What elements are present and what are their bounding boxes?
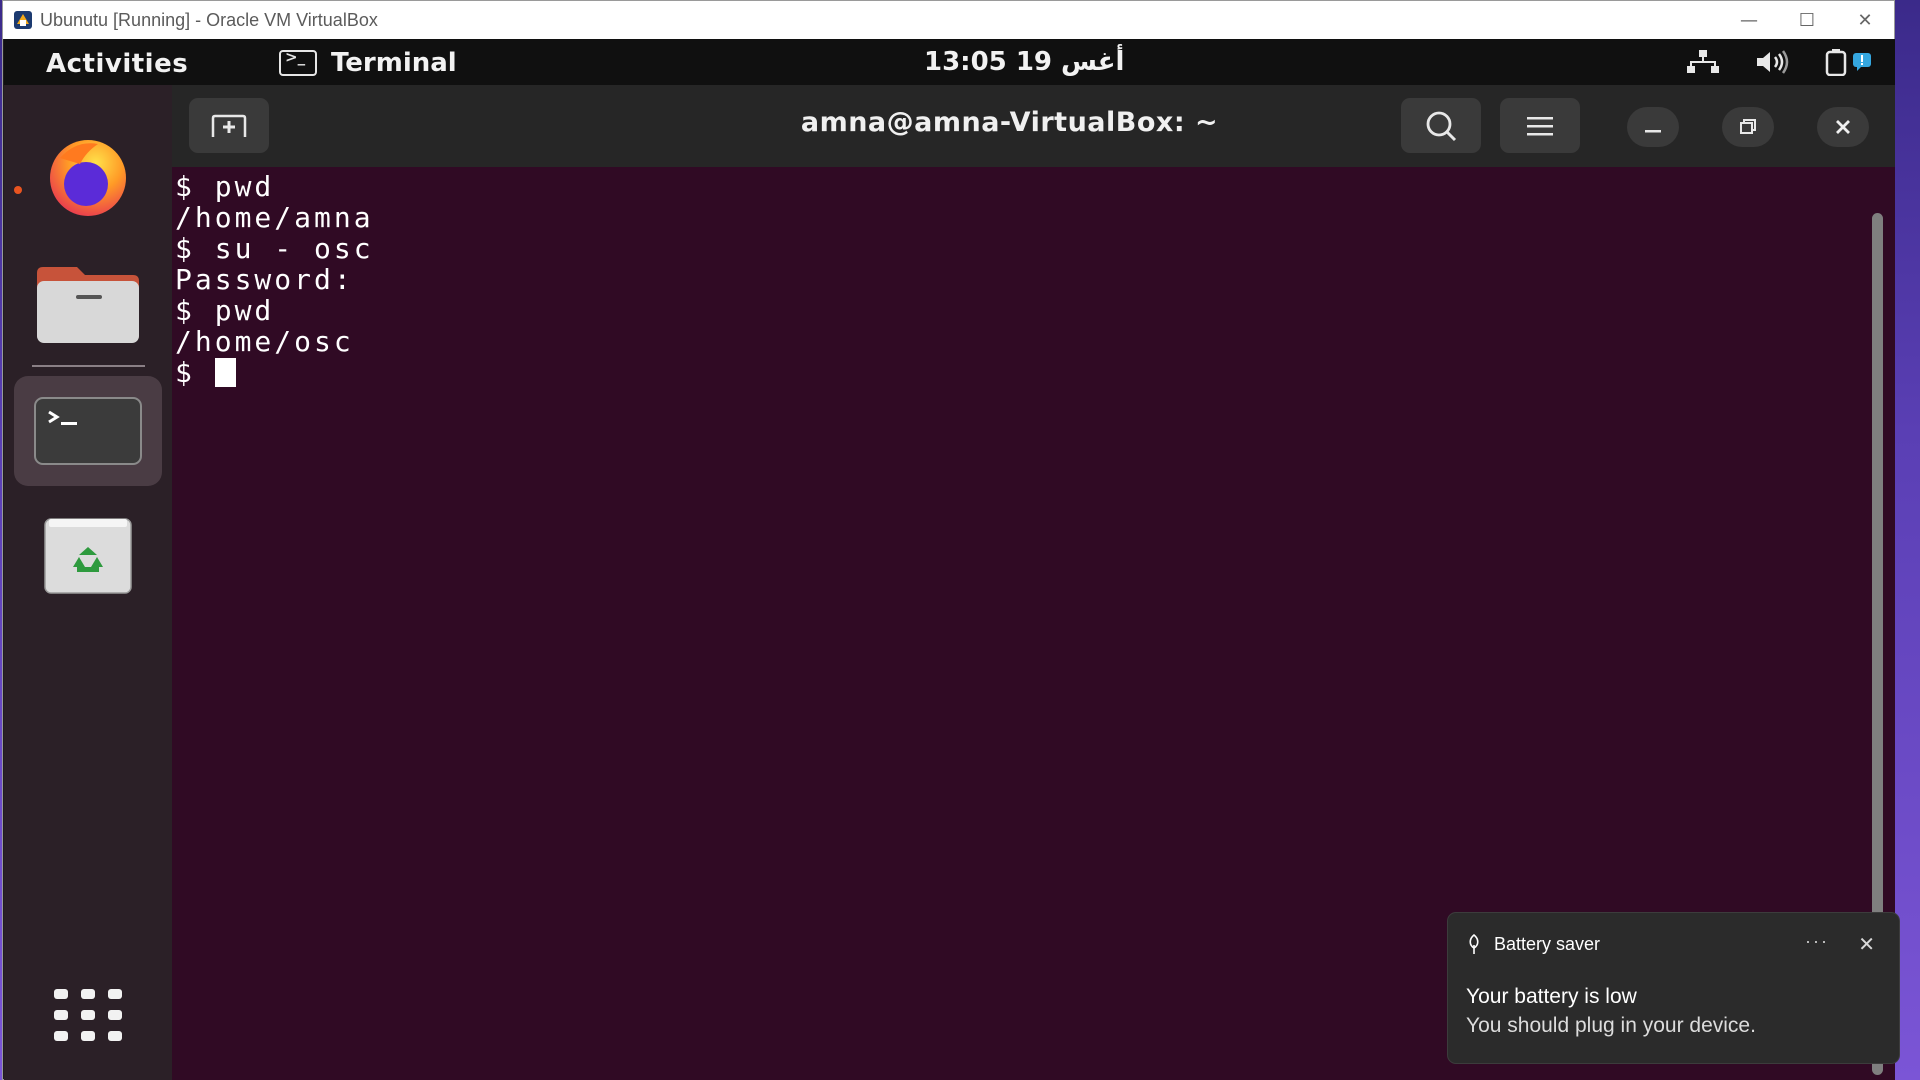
terminal-app-icon bbox=[279, 48, 317, 76]
search-button[interactable] bbox=[1401, 98, 1481, 153]
network-icon[interactable] bbox=[1683, 47, 1723, 77]
app-menu[interactable]: Terminal bbox=[279, 48, 457, 78]
battery-icon[interactable] bbox=[1823, 47, 1873, 77]
minimize-button[interactable]: — bbox=[1720, 1, 1778, 39]
gnome-top-bar: Activities Terminal 13:05 19 أغس bbox=[4, 39, 1895, 85]
trash-icon bbox=[44, 518, 132, 594]
virtualbox-titlebar[interactable]: Ubunutu [Running] - Oracle VM VirtualBox… bbox=[3, 1, 1894, 39]
close-icon: ✕ bbox=[1857, 9, 1873, 31]
dock-item-terminal[interactable] bbox=[14, 376, 162, 486]
dock-item-files[interactable] bbox=[14, 250, 162, 360]
close-icon bbox=[1836, 120, 1850, 134]
activities-button[interactable]: Activities bbox=[46, 49, 188, 79]
text-cursor bbox=[214, 358, 236, 387]
close-button[interactable]: ✕ bbox=[1836, 1, 1894, 39]
battery-saver-icon bbox=[1469, 933, 1479, 954]
system-tray[interactable] bbox=[1683, 47, 1873, 77]
virtualbox-app-icon bbox=[12, 9, 34, 31]
maximize-button[interactable]: ☐ bbox=[1778, 1, 1836, 39]
dock-item-firefox[interactable] bbox=[14, 121, 162, 231]
toast-title: Your battery is low bbox=[1466, 985, 1637, 1008]
terminal-line: /home/osc bbox=[175, 325, 354, 358]
dock-separator bbox=[32, 365, 145, 367]
maximize-icon: ☐ bbox=[1798, 9, 1816, 31]
toast-app-name: Battery saver bbox=[1494, 933, 1601, 954]
terminal-close-button[interactable] bbox=[1817, 107, 1869, 147]
dock bbox=[4, 85, 172, 1080]
toast-more-options-button[interactable]: ··· bbox=[1805, 931, 1829, 952]
firefox-icon bbox=[50, 140, 126, 216]
window-title: Ubunutu [Running] - Oracle VM VirtualBox bbox=[40, 9, 378, 30]
battery-saver-notification[interactable]: Battery saver ··· ✕ Your battery is low … bbox=[1447, 912, 1900, 1064]
search-icon bbox=[1426, 111, 1457, 141]
terminal-prompt-line[interactable]: $ bbox=[175, 357, 1855, 388]
terminal-line: $ pwd bbox=[175, 294, 275, 327]
terminal-restore-button[interactable] bbox=[1722, 107, 1774, 147]
restore-icon bbox=[1740, 119, 1756, 134]
app-menu-label: Terminal bbox=[331, 48, 457, 78]
dock-item-show-applications[interactable] bbox=[14, 960, 162, 1070]
menu-button[interactable] bbox=[1500, 98, 1580, 153]
terminal-icon bbox=[34, 397, 142, 465]
terminal-line: Password: bbox=[175, 263, 354, 296]
minimize-icon bbox=[1645, 130, 1661, 133]
terminal-headerbar[interactable]: amna@amna-VirtualBox: ~ bbox=[172, 85, 1895, 167]
toast-body: You should plug in your device. bbox=[1466, 1014, 1756, 1037]
notification-icon bbox=[1853, 53, 1871, 71]
folder-icon bbox=[37, 267, 139, 343]
terminal-output[interactable]: $ pwd/home/amna $ su - osc Password: $ pwd /… bbox=[175, 171, 1855, 388]
hamburger-menu-icon bbox=[1527, 116, 1553, 135]
terminal-prompt: $ bbox=[175, 356, 215, 389]
terminal-line: $ su - osc bbox=[175, 232, 374, 265]
toast-close-button[interactable]: ✕ bbox=[1858, 932, 1875, 957]
terminal-minimize-button[interactable] bbox=[1627, 107, 1679, 147]
terminal-line: $ pwd bbox=[175, 170, 275, 203]
minimize-icon: — bbox=[1740, 9, 1758, 31]
volume-icon[interactable] bbox=[1753, 47, 1793, 77]
toast-header: Battery saver bbox=[1466, 933, 1600, 955]
clock[interactable]: 13:05 19 أغس bbox=[924, 47, 1124, 77]
dock-item-trash[interactable] bbox=[14, 500, 162, 610]
app-grid-icon bbox=[54, 989, 122, 1041]
terminal-line: /home/amna bbox=[175, 201, 374, 234]
